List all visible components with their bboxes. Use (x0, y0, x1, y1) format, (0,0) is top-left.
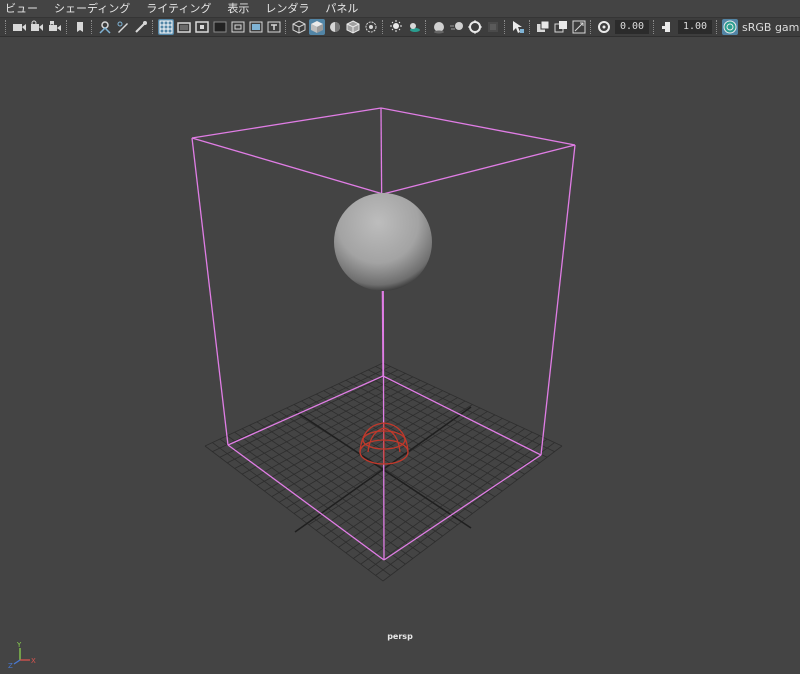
menu-lighting[interactable]: ライティング (138, 0, 219, 17)
perspective-viewport[interactable]: Y Z X (0, 37, 800, 670)
grid-line (316, 414, 496, 531)
select-camera-icon[interactable] (11, 19, 27, 35)
grid-icon[interactable] (158, 19, 174, 35)
grid-line (353, 431, 533, 559)
toolbar-separator (382, 20, 385, 34)
sphere-object[interactable] (334, 193, 432, 291)
grid-line (375, 442, 555, 576)
use-default-material-icon[interactable] (327, 19, 343, 35)
screen-space-ambient-occlusion-icon[interactable] (431, 19, 447, 35)
toolbar-separator (716, 20, 719, 34)
color-space-label[interactable]: sRGB gamma (742, 21, 800, 34)
isolate-select-icon[interactable] (510, 19, 526, 35)
shadows-icon[interactable] (406, 19, 422, 35)
grease-pencil-icon[interactable] (115, 19, 131, 35)
menu-show[interactable]: 表示 (219, 0, 257, 17)
wireframe-on-shaded-icon[interactable] (345, 19, 361, 35)
color-management-icon[interactable] (722, 19, 738, 35)
gate-mask-icon[interactable] (212, 19, 228, 35)
exposure-field[interactable]: 0.00 (615, 20, 649, 34)
2d-pan-zoom-icon[interactable] (97, 19, 113, 35)
selection-bounding-box[interactable] (191, 107, 576, 561)
menu-panels[interactable]: パネル (317, 0, 366, 17)
axis-y-label: Y (16, 641, 22, 649)
safe-action-icon[interactable] (248, 19, 264, 35)
scene-canvas[interactable] (0, 37, 800, 645)
resolution-gate-icon[interactable] (194, 19, 210, 35)
panel-toolbar: 0.00 1.00 sRGB gamma (0, 17, 800, 37)
menu-renderer[interactable]: レンダラ (257, 0, 317, 17)
menu-view[interactable]: ビュー (0, 0, 46, 17)
toolbar-separator (91, 20, 94, 34)
motion-blur-icon[interactable] (449, 19, 465, 35)
xray-active-components-icon[interactable] (553, 19, 569, 35)
safe-title-icon[interactable] (266, 19, 282, 35)
toolbar-separator (590, 20, 593, 34)
gamma-field[interactable]: 1.00 (678, 20, 712, 34)
grid-line (382, 362, 563, 447)
backface-culling-icon[interactable] (571, 19, 587, 35)
use-all-lights-icon[interactable] (388, 19, 404, 35)
toolbar-separator (425, 20, 428, 34)
toolbar-separator (529, 20, 532, 34)
camera-attributes-icon[interactable] (29, 19, 45, 35)
xray-joints-icon[interactable] (535, 19, 551, 35)
toolbar-separator (653, 20, 656, 34)
camera-bookmark-icon[interactable] (47, 19, 63, 35)
xray-icon[interactable] (363, 19, 379, 35)
toolbar-separator (285, 20, 288, 34)
toolbar-separator (66, 20, 69, 34)
depth-of-field-icon[interactable] (485, 19, 501, 35)
field-chart-icon[interactable] (230, 19, 246, 35)
smooth-shade-all-icon[interactable] (309, 19, 325, 35)
grid-line (323, 417, 503, 537)
exposure-icon[interactable] (596, 19, 612, 35)
panel-menu-bar: ビュー シェーディング ライティング 表示 レンダラ パネル (0, 0, 800, 17)
pencil-brush-icon[interactable] (133, 19, 149, 35)
axis-z-label: Z (8, 662, 13, 670)
toolbar-separator (5, 20, 8, 34)
axis-x-label: X (31, 657, 36, 665)
image-plane-icon[interactable] (72, 19, 88, 35)
grid-line (330, 421, 511, 542)
gamma-icon[interactable] (659, 19, 675, 35)
film-gate-icon[interactable] (176, 19, 192, 35)
camera-name-label: persp (387, 632, 413, 641)
menu-shading[interactable]: シェーディング (46, 0, 138, 17)
toolbar-separator (152, 20, 155, 34)
multisample-anti-aliasing-icon[interactable] (467, 19, 483, 35)
toolbar-separator (504, 20, 507, 34)
wireframe-icon[interactable] (291, 19, 307, 35)
